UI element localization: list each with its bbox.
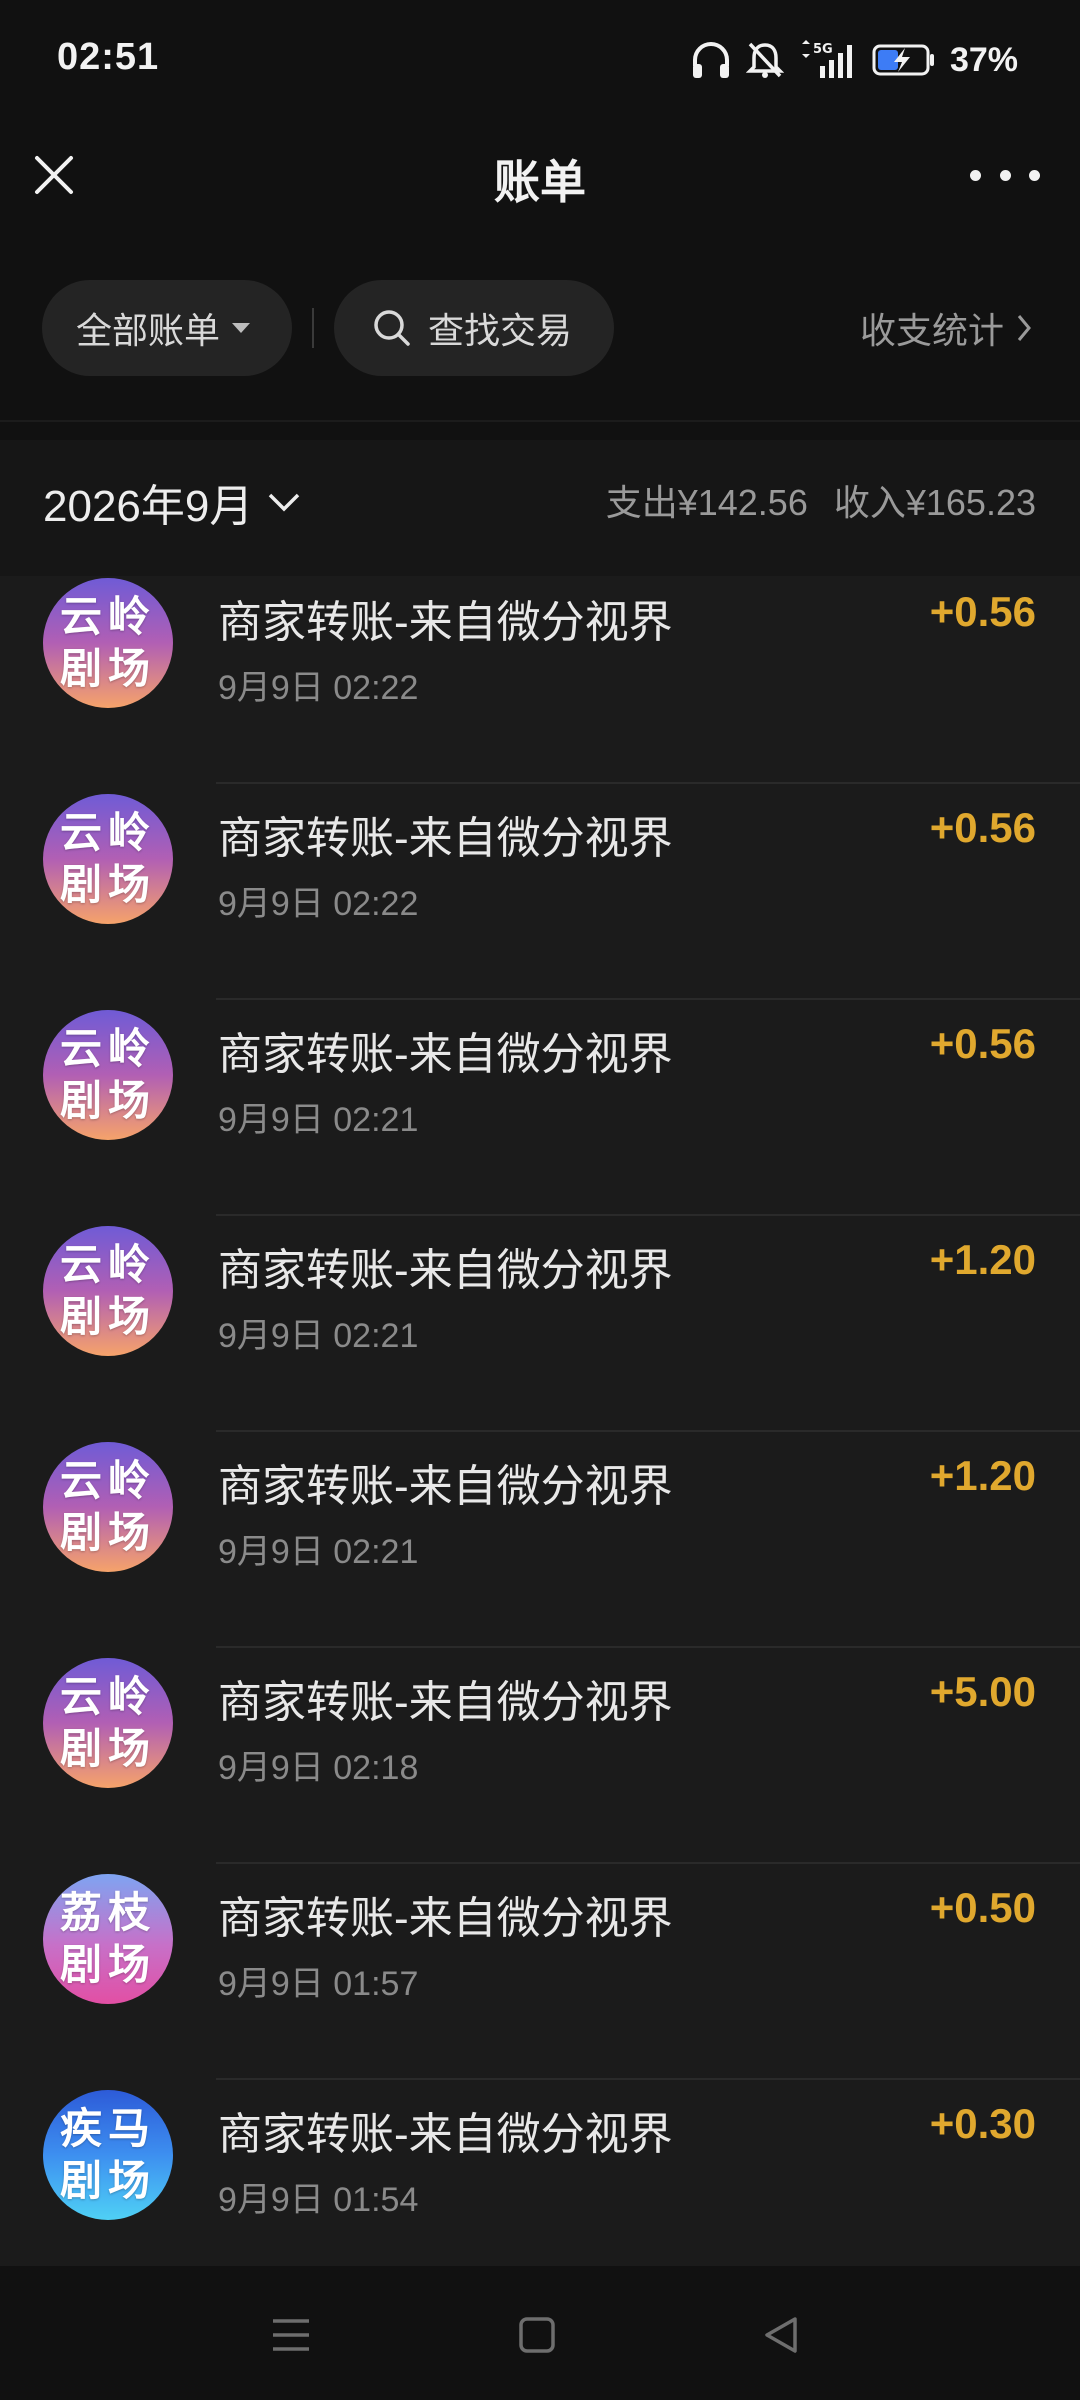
filter-divider — [312, 308, 314, 348]
back-icon — [765, 2317, 797, 2353]
transaction-time: 9月9日 01:54 — [218, 2181, 419, 2219]
status-icons: 5G 37% — [690, 36, 1018, 84]
transaction-title: 商家转账-来自微分视界 — [218, 598, 673, 647]
transaction-list: 云岭 剧场 商家转账-来自微分视界 9月9日 02:22 +0.56 云岭 剧场… — [0, 576, 1080, 2266]
battery-percentage: 37% — [949, 40, 1018, 79]
caret-down-icon — [232, 323, 251, 333]
transaction-amount: +1.20 — [929, 1236, 1036, 1283]
transaction-row[interactable]: 云岭 剧场 商家转账-来自微分视界 9月9日 02:21 +1.20 — [0, 1432, 1080, 1648]
avatar-text-bottom: 剧场 — [59, 1077, 156, 1124]
avatar-text-top: 云岭 — [59, 1241, 156, 1288]
avatar-text-top: 云岭 — [59, 593, 156, 640]
transaction-amount: +0.50 — [929, 1884, 1036, 1931]
transaction-title: 商家转账-来自微分视界 — [218, 1462, 673, 1511]
transaction-time: 9月9日 02:21 — [218, 1317, 419, 1355]
merchant-avatar: 荔枝 剧场 — [43, 1874, 173, 2004]
transaction-amount: +5.00 — [929, 1668, 1036, 1715]
filter-bar: 全部账单 查找交易 收支统计 — [0, 270, 1080, 380]
section-divider — [0, 420, 1080, 422]
more-icon — [970, 169, 981, 181]
merchant-avatar: 云岭 剧场 — [43, 794, 173, 924]
month-header: 2026年9月 支出¥142.56 收入¥165.23 — [0, 440, 1080, 576]
avatar-text-top: 云岭 — [59, 1457, 156, 1504]
transaction-time: 9月9日 02:22 — [218, 669, 419, 707]
merchant-avatar: 云岭 剧场 — [43, 1442, 173, 1572]
avatar-text-bottom: 剧场 — [59, 645, 156, 692]
svg-text:5G: 5G — [813, 42, 833, 57]
transaction-title: 商家转账-来自微分视界 — [218, 1678, 673, 1727]
transaction-time: 9月9日 02:22 — [218, 885, 419, 923]
avatar-text-bottom: 剧场 — [59, 1941, 156, 1988]
transaction-time: 9月9日 02:18 — [218, 1749, 419, 1787]
income-expense-stats-link[interactable]: 收支统计 — [860, 302, 1032, 354]
transaction-row[interactable]: 云岭 剧场 商家转账-来自微分视界 9月9日 02:22 +0.56 — [0, 784, 1080, 1000]
transaction-title: 商家转账-来自微分视界 — [218, 1030, 673, 1079]
all-bills-label: 全部账单 — [76, 310, 221, 351]
status-bar: 02:51 5G 37% — [0, 0, 1080, 120]
avatar-text-bottom: 剧场 — [59, 1293, 156, 1340]
income-total: 收入¥165.23 — [833, 482, 1036, 523]
month-summary: 支出¥142.56 收入¥165.23 — [606, 474, 1036, 526]
home-icon — [519, 2317, 555, 2353]
transaction-time: 9月9日 01:57 — [218, 1965, 419, 2003]
transaction-title: 商家转账-来自微分视界 — [218, 1894, 673, 1943]
avatar-text-top: 荔枝 — [59, 1889, 156, 1936]
avatar-text-bottom: 剧场 — [59, 2157, 156, 2204]
transaction-row[interactable]: 云岭 剧场 商家转账-来自微分视界 9月9日 02:22 +0.56 — [0, 576, 1080, 784]
merchant-avatar: 云岭 剧场 — [43, 1658, 173, 1788]
menu-button[interactable] — [266, 2310, 316, 2360]
merchant-avatar: 云岭 剧场 — [43, 1010, 173, 1140]
transaction-title: 商家转账-来自微分视界 — [218, 2110, 673, 2159]
mute-bell-icon — [745, 42, 784, 78]
expense-total: 支出¥142.56 — [605, 482, 808, 523]
month-selector[interactable]: 2026年9月 — [43, 470, 301, 534]
transaction-row[interactable]: 云岭 剧场 商家转账-来自微分视界 9月9日 02:21 +0.56 — [0, 1000, 1080, 1216]
avatar-text-top: 疾马 — [59, 2105, 156, 2152]
transaction-amount: +0.30 — [929, 2100, 1036, 2147]
transaction-time: 9月9日 02:21 — [218, 1533, 419, 1571]
avatar-text-bottom: 剧场 — [59, 1725, 156, 1772]
menu-icon — [273, 2319, 309, 2351]
all-bills-filter[interactable]: 全部账单 — [42, 280, 292, 376]
more-button[interactable] — [970, 155, 1040, 195]
avatar-text-bottom: 剧场 — [59, 1509, 156, 1556]
chevron-right-icon — [1017, 315, 1031, 341]
merchant-avatar: 云岭 剧场 — [43, 578, 173, 708]
search-label: 查找交易 — [428, 310, 573, 351]
avatar-text-top: 云岭 — [59, 1673, 156, 1720]
avatar-text-top: 云岭 — [59, 809, 156, 856]
transaction-title: 商家转账-来自微分视界 — [218, 814, 673, 863]
transaction-row[interactable]: 云岭 剧场 商家转账-来自微分视界 9月9日 02:18 +5.00 — [0, 1648, 1080, 1864]
merchant-avatar: 疾马 剧场 — [43, 2090, 173, 2220]
headphones-icon — [692, 42, 729, 78]
stats-label: 收支统计 — [859, 310, 1004, 351]
page-title: 账单 — [494, 156, 586, 208]
nav-bar: 账单 — [0, 120, 1080, 230]
transaction-title: 商家转账-来自微分视界 — [218, 1246, 673, 1295]
signal-5g-icon: 5G — [801, 40, 852, 78]
search-icon — [374, 310, 410, 346]
transaction-row[interactable]: 云岭 剧场 商家转账-来自微分视界 9月9日 02:21 +1.20 — [0, 1216, 1080, 1432]
back-button[interactable] — [756, 2310, 806, 2360]
status-time: 02:51 — [57, 36, 160, 78]
home-button[interactable] — [512, 2310, 562, 2360]
chevron-down-icon — [269, 493, 300, 512]
avatar-text-top: 云岭 — [59, 1025, 156, 1072]
transaction-row[interactable]: 疾马 剧场 商家转账-来自微分视界 9月9日 01:54 +0.30 — [0, 2080, 1080, 2266]
search-transactions-button[interactable]: 查找交易 — [334, 280, 614, 376]
month-label: 2026年9月 — [43, 482, 254, 531]
merchant-avatar: 云岭 剧场 — [43, 1226, 173, 1356]
avatar-text-bottom: 剧场 — [59, 861, 156, 908]
system-nav-bar — [0, 2266, 1080, 2400]
transaction-amount: +0.56 — [929, 804, 1036, 851]
transaction-row[interactable]: 荔枝 剧场 商家转账-来自微分视界 9月9日 01:57 +0.50 — [0, 1864, 1080, 2080]
transaction-amount: +0.56 — [929, 588, 1036, 635]
transaction-amount: +1.20 — [929, 1452, 1036, 1499]
transaction-amount: +0.56 — [929, 1020, 1036, 1067]
transaction-time: 9月9日 02:21 — [218, 1101, 419, 1139]
battery-icon — [872, 44, 934, 76]
